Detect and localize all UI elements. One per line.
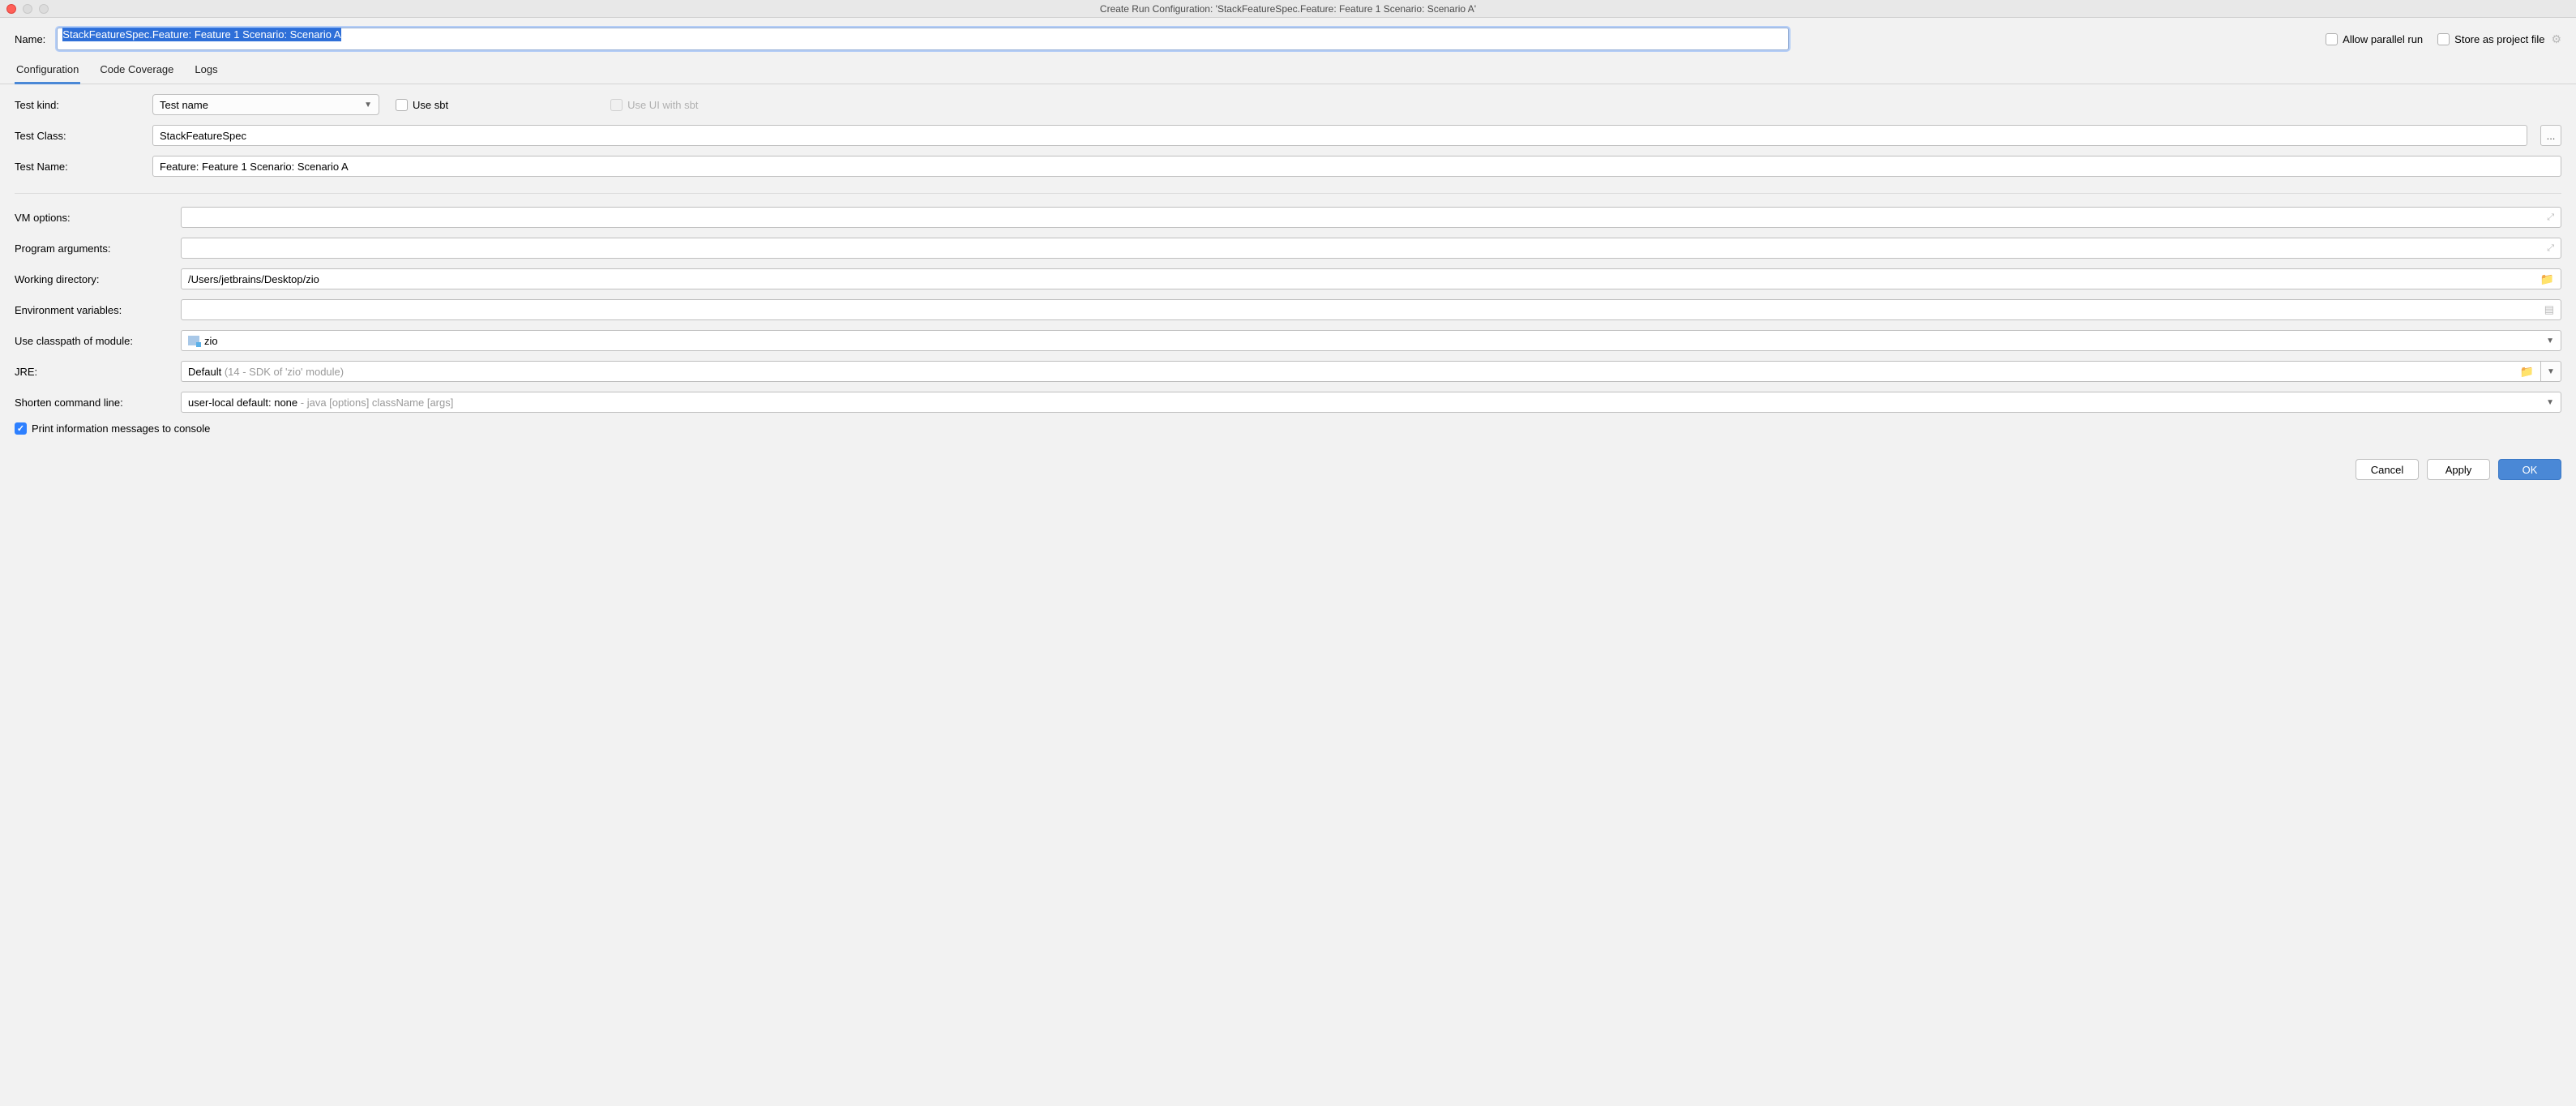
program-args-input[interactable]: ⤢ (181, 238, 2561, 259)
working-dir-label: Working directory: (15, 273, 173, 285)
dialog-window: Create Run Configuration: 'StackFeatureS… (0, 0, 2576, 491)
jre-dropdown-button[interactable]: ▼ (2540, 361, 2561, 382)
minimize-window-button (23, 4, 32, 14)
vm-options-label: VM options: (15, 212, 173, 224)
tab-configuration[interactable]: Configuration (15, 58, 80, 84)
test-class-input[interactable]: StackFeatureSpec (152, 125, 2527, 146)
ok-button[interactable]: OK (2498, 459, 2561, 480)
titlebar: Create Run Configuration: 'StackFeatureS… (0, 0, 2576, 18)
chevron-down-icon: ▼ (364, 101, 372, 109)
print-info-checkbox[interactable]: Print information messages to console (15, 422, 210, 435)
zoom-window-button (39, 4, 49, 14)
window-title: Create Run Configuration: 'StackFeatureS… (6, 3, 2570, 15)
expand-icon[interactable]: ⤢ (2547, 212, 2554, 223)
tab-code-coverage[interactable]: Code Coverage (98, 58, 175, 84)
env-vars-label: Environment variables: (15, 304, 173, 316)
use-sbt-label: Use sbt (413, 99, 448, 111)
chevron-down-icon: ▼ (2546, 398, 2554, 407)
module-icon (188, 336, 199, 345)
classpath-combo[interactable]: zio ▼ (181, 330, 2561, 351)
folder-icon[interactable]: 📁 (2520, 365, 2534, 379)
classpath-label: Use classpath of module: (15, 335, 173, 347)
button-bar: Cancel Apply OK (0, 444, 2576, 491)
tab-logs[interactable]: Logs (193, 58, 219, 84)
working-dir-input[interactable]: /Users/jetbrains/Desktop/zio 📁 (181, 268, 2561, 289)
form-area: Test kind: Test name ▼ Use sbt Use UI wi… (0, 84, 2576, 435)
allow-parallel-checkbox[interactable]: Allow parallel run (2326, 33, 2423, 45)
test-kind-label: Test kind: (15, 99, 144, 111)
store-as-project-label: Store as project file (2454, 33, 2544, 45)
gear-icon[interactable]: ⚙ (2551, 32, 2561, 46)
name-row: Name: StackFeatureSpec.Feature: Feature … (0, 18, 2576, 58)
vm-options-input[interactable]: ⤢ (181, 207, 2561, 228)
browse-class-button[interactable]: ... (2540, 125, 2561, 146)
chevron-down-icon: ▼ (2546, 337, 2554, 345)
jre-input[interactable]: Default (14 - SDK of 'zio' module) 📁 (181, 361, 2540, 382)
traffic-lights (6, 4, 49, 14)
shorten-combo[interactable]: user-local default: none - java [options… (181, 392, 2561, 413)
close-window-button[interactable] (6, 4, 16, 14)
store-as-project-checkbox[interactable]: Store as project file ⚙ (2437, 32, 2561, 46)
test-name-input[interactable]: Feature: Feature 1 Scenario: Scenario A (152, 156, 2561, 177)
use-sbt-checkbox[interactable]: Use sbt (396, 99, 448, 111)
test-kind-combo[interactable]: Test name ▼ (152, 94, 379, 115)
tabs: Configuration Code Coverage Logs (0, 58, 2576, 84)
name-input[interactable]: StackFeatureSpec.Feature: Feature 1 Scen… (57, 28, 1789, 50)
list-icon[interactable]: ▤ (2544, 303, 2554, 316)
print-info-label: Print information messages to console (32, 422, 210, 435)
allow-parallel-label: Allow parallel run (2343, 33, 2423, 45)
separator (15, 193, 2561, 194)
test-name-label: Test Name: (15, 161, 144, 173)
shorten-label: Shorten command line: (15, 397, 173, 409)
cancel-button[interactable]: Cancel (2356, 459, 2419, 480)
folder-icon[interactable]: 📁 (2540, 272, 2554, 286)
use-ui-sbt-label: Use UI with sbt (627, 99, 698, 111)
jre-label: JRE: (15, 366, 173, 378)
test-class-label: Test Class: (15, 130, 144, 142)
apply-button[interactable]: Apply (2427, 459, 2490, 480)
name-label: Name: (15, 33, 45, 45)
chevron-down-icon: ▼ (2547, 367, 2555, 376)
program-args-label: Program arguments: (15, 242, 173, 255)
expand-icon[interactable]: ⤢ (2547, 243, 2554, 254)
use-ui-sbt-checkbox: Use UI with sbt (610, 99, 698, 111)
env-vars-input[interactable]: ▤ (181, 299, 2561, 320)
